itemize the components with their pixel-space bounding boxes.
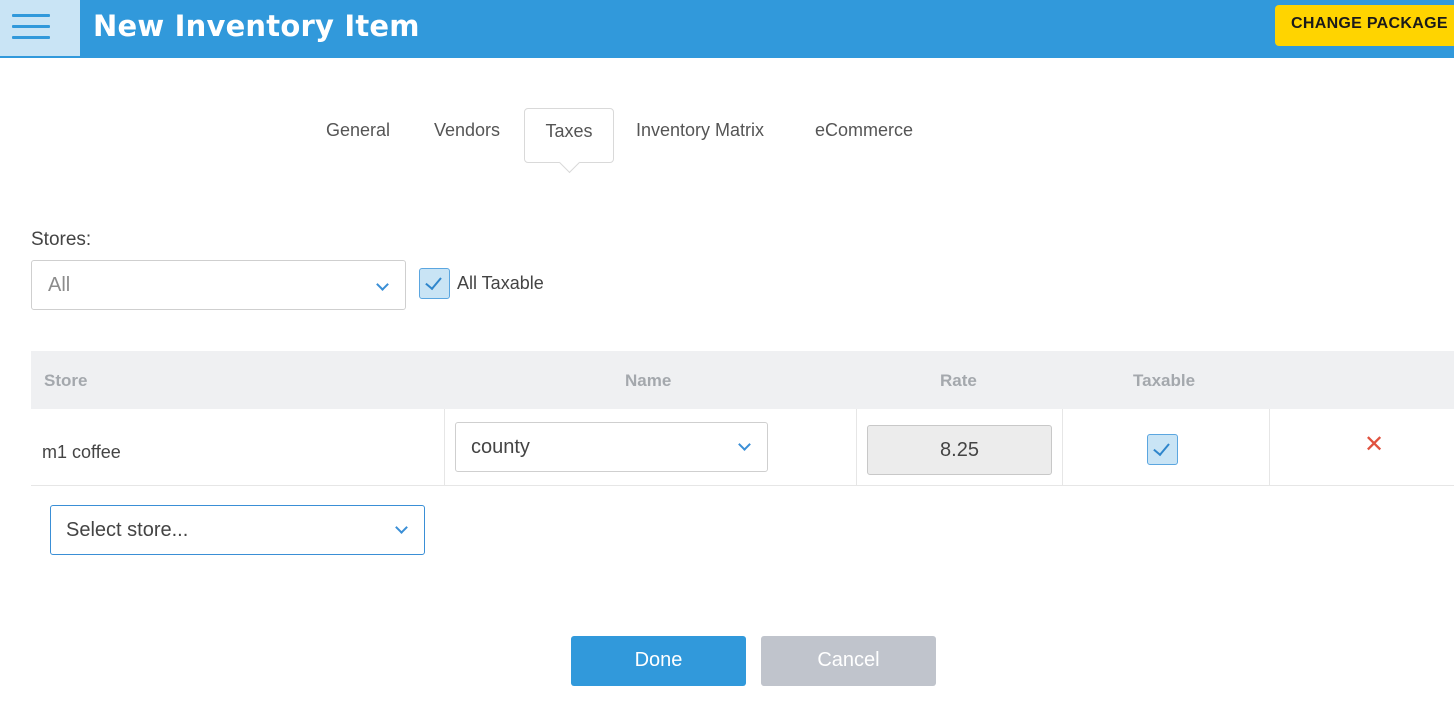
hamburger-menu-icon[interactable]	[0, 0, 80, 56]
chevron-down-icon	[376, 278, 389, 291]
row-taxable-checkbox[interactable]	[1147, 434, 1178, 465]
tab-taxes-label: Taxes	[545, 121, 593, 141]
app-header: New Inventory Item CHANGE PACKAGE	[0, 0, 1454, 58]
tax-name-value: county	[471, 436, 530, 458]
page-title: New Inventory Item	[93, 9, 420, 43]
checkmark-icon	[425, 272, 442, 291]
tax-name-select[interactable]: county	[455, 422, 768, 472]
stores-label: Stores:	[31, 229, 92, 250]
column-header-store: Store	[44, 371, 88, 390]
column-divider	[1269, 409, 1270, 485]
change-package-button[interactable]: CHANGE PACKAGE	[1275, 5, 1454, 46]
select-store-placeholder: Select store...	[66, 519, 189, 541]
tab-inventory-matrix[interactable]: Inventory Matrix	[636, 120, 764, 141]
all-taxable-label: All Taxable	[457, 273, 544, 293]
table-row: m1 coffee county 8.25 ✕	[31, 409, 1454, 486]
column-header-name: Name	[625, 371, 672, 390]
row-store-name: m1 coffee	[42, 442, 121, 462]
tab-taxes[interactable]: Taxes	[524, 108, 614, 163]
tab-ecommerce[interactable]: eCommerce	[815, 120, 913, 141]
tab-general[interactable]: General	[326, 120, 390, 141]
done-button[interactable]: Done	[571, 636, 746, 686]
select-store-dropdown[interactable]: Select store...	[50, 505, 425, 555]
column-divider	[1062, 409, 1063, 485]
cancel-button[interactable]: Cancel	[761, 636, 936, 686]
stores-select[interactable]: All	[31, 260, 406, 310]
tax-rate-input[interactable]: 8.25	[867, 425, 1052, 475]
delete-row-icon[interactable]: ✕	[1364, 430, 1384, 458]
column-divider	[444, 409, 445, 485]
chevron-down-icon	[738, 438, 751, 451]
checkmark-icon	[1153, 438, 1170, 457]
stores-select-value: All	[48, 274, 71, 296]
all-taxable-checkbox[interactable]	[419, 268, 450, 299]
column-header-taxable: Taxable	[1133, 371, 1196, 390]
tab-vendors[interactable]: Vendors	[434, 120, 500, 141]
tax-table-header: Store Name Rate Taxable	[31, 351, 1454, 409]
column-header-rate: Rate	[940, 371, 977, 390]
chevron-down-icon	[395, 521, 408, 534]
column-divider	[856, 409, 857, 485]
